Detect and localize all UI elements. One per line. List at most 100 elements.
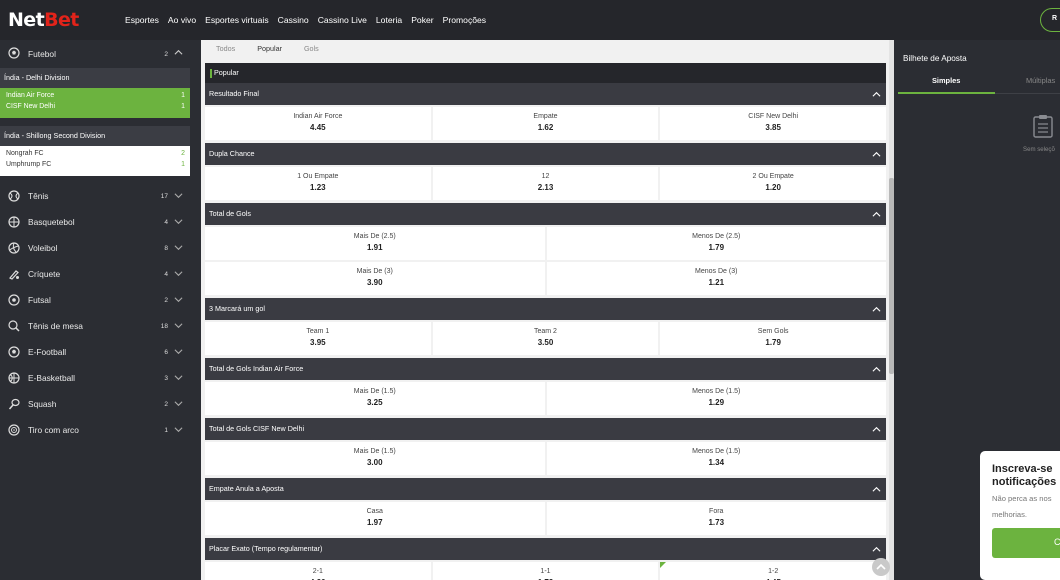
match-item-active[interactable]: Indian Air Force 1 CISF New Delhi 1 — [0, 88, 190, 118]
chevron-down-icon[interactable] — [174, 295, 183, 304]
market-header[interactable]: 3 Marcará um gol — [205, 298, 886, 320]
sidebar-item-football[interactable]: Futebol 2 — [0, 40, 190, 68]
odds-button[interactable]: Menos De (3) 1.21 — [546, 262, 886, 295]
sidebar-item-futsal[interactable]: Futsal 2 — [0, 287, 190, 313]
odds-label: Team 1 — [306, 328, 330, 335]
match-item[interactable]: Nongrah FC 2 Umphrump FC 1 — [0, 146, 190, 176]
odds-button[interactable]: Mais De (3) 3.90 — [205, 262, 545, 295]
sidebar-item-e-basketball[interactable]: E-Basketball 3 — [0, 365, 190, 391]
league-header[interactable]: Índia - Shillong Second Division — [0, 126, 190, 146]
chevron-down-icon[interactable] — [174, 321, 183, 330]
odds-button[interactable]: Casa 1.97 — [205, 502, 545, 535]
odds-button[interactable]: Mais De (2.5) 1.91 — [205, 227, 545, 260]
sidebar-item-count: 8 — [164, 244, 168, 252]
odds-button[interactable]: 2-14.90 — [205, 562, 431, 580]
market-header[interactable]: Empate Anula a Aposta — [205, 478, 886, 500]
chevron-down-icon[interactable] — [174, 243, 183, 252]
netbet-logo[interactable]: NetBet — [8, 9, 123, 31]
odds-button[interactable]: 12 2.13 — [432, 167, 659, 200]
tab-gols[interactable]: Gols — [304, 40, 319, 60]
squash-icon — [8, 398, 20, 410]
odds-button[interactable]: Menos De (2.5) 1.79 — [546, 227, 886, 260]
nav-item-cassino-live[interactable]: Cassino Live — [318, 15, 367, 25]
chevron-down-icon[interactable] — [174, 217, 183, 226]
market-odds-grid: Indian Air Force 4.45 Empate 1.62 CISF New D… — [205, 105, 886, 140]
odds-value: 1.79 — [708, 243, 725, 252]
chevron-up-icon[interactable] — [174, 48, 183, 57]
odds-value: 1.23 — [310, 183, 326, 192]
sidebar-item-t-nis-de-mesa[interactable]: Tênis de mesa 18 — [0, 313, 190, 339]
nav-item-esportes-virtuais[interactable]: Esportes virtuais — [205, 15, 269, 25]
market-header[interactable]: Dupla Chance — [205, 143, 886, 165]
nav-item-promo-es[interactable]: Promoções — [443, 15, 486, 25]
sidebar-item-tiro-com-arco[interactable]: Tiro com arco 1 — [0, 417, 190, 443]
popup-subscribe-button[interactable]: C — [992, 528, 1060, 558]
nav-item-ao-vivo[interactable]: Ao vivo — [168, 15, 196, 25]
nav-item-poker[interactable]: Poker — [411, 15, 433, 25]
odds-button[interactable]: 1-24.45 — [660, 562, 886, 580]
nav-item-cassino[interactable]: Cassino — [278, 15, 309, 25]
tab-simples[interactable]: Simples — [932, 76, 960, 85]
market-header[interactable]: Total de Gols — [205, 203, 886, 225]
clipboard-icon — [1033, 115, 1053, 138]
register-button-label: R — [1052, 15, 1058, 22]
odds-button[interactable]: CISF New Delhi 3.85 — [660, 107, 886, 140]
market-header[interactable]: Placar Exato (Tempo regulamentar) — [205, 538, 886, 560]
sidebar-item-label: Futebol — [28, 49, 56, 59]
sidebar-item-t-nis[interactable]: Tênis 17 — [0, 183, 190, 209]
odds-button[interactable]: Team 2 3.50 — [432, 322, 659, 355]
market-header[interactable]: Total de Gols Indian Air Force — [205, 358, 886, 380]
futsal-icon — [8, 294, 20, 306]
nav-item-loteria[interactable]: Loteria — [376, 15, 402, 25]
odds-change-indicator — [660, 562, 667, 568]
chevron-down-icon[interactable] — [174, 399, 183, 408]
nav-item-esportes[interactable]: Esportes — [125, 15, 159, 25]
odds-button[interactable]: 1-11.79 — [432, 562, 659, 580]
odds-value: 3.85 — [765, 123, 781, 132]
chevron-up-icon — [872, 91, 881, 97]
odds-label: Mais De (1.5) — [353, 388, 396, 395]
sidebar-item-voleibol[interactable]: Voleibol 8 — [0, 235, 190, 261]
tab-multiplas[interactable]: Múltiplas — [1026, 76, 1055, 85]
sidebar-item-count: 18 — [160, 322, 168, 330]
tab-popular[interactable]: Popular — [257, 40, 282, 64]
chevron-down-icon[interactable] — [174, 269, 183, 278]
market-header[interactable]: Resultado Final — [205, 83, 886, 105]
sidebar-item-count: 2 — [164, 50, 168, 58]
league-header[interactable]: Índia - Delhi Division — [0, 68, 190, 88]
odds-button[interactable]: Indian Air Force 4.45 — [205, 107, 431, 140]
market-title: Dupla Chance — [209, 149, 255, 158]
chevron-down-icon[interactable] — [174, 373, 183, 382]
sidebar-item-cr-quete[interactable]: Críquete 4 — [0, 261, 190, 287]
popup-text-line2: melhorias. — [992, 510, 1028, 519]
odds-button[interactable]: Menos De (1.5) 1.29 — [546, 382, 886, 415]
tab-todos[interactable]: Todos — [216, 40, 235, 60]
odds-button[interactable]: 2 Ou Empate 1.20 — [660, 167, 886, 200]
market-odds-grid: Team 1 3.95 Team 2 3.50 Sem Gols 1.79 — [205, 320, 886, 355]
market-header[interactable]: Total de Gols CISF New Delhi — [205, 418, 886, 440]
chevron-down-icon[interactable] — [174, 425, 183, 434]
odds-value: 1.79 — [433, 575, 659, 580]
odds-button[interactable]: 1 Ou Empate 1.23 — [205, 167, 431, 200]
odds-button[interactable]: Sem Gols 1.79 — [660, 322, 886, 355]
odds-button[interactable]: Fora 1.73 — [546, 502, 886, 535]
sidebar-item-e-football[interactable]: E-Football 6 — [0, 339, 190, 365]
tab-divider — [995, 93, 1060, 94]
chevron-down-icon[interactable] — [174, 347, 183, 356]
sidebar-item-basquetebol[interactable]: Basquetebol 4 — [0, 209, 190, 235]
betslip-title: Bilhete de Aposta — [903, 54, 967, 63]
odds-label: 1-2 — [768, 568, 779, 575]
popup-button-label: C — [1054, 537, 1060, 547]
sidebar-item-squash[interactable]: Squash 2 — [0, 391, 190, 417]
odds-button[interactable]: Mais De (1.5) 3.00 — [205, 442, 545, 475]
register-button[interactable]: R — [1040, 8, 1060, 32]
odds-button[interactable]: Menos De (1.5) 1.34 — [546, 442, 886, 475]
sidebar-item-label: Tênis — [28, 191, 49, 201]
scroll-top-button[interactable] — [872, 558, 890, 576]
odds-button[interactable]: Mais De (1.5) 3.25 — [205, 382, 545, 415]
odds-button[interactable]: Empate 1.62 — [432, 107, 659, 140]
odds-label: Menos De (1.5) — [692, 448, 741, 455]
sidebar-item-label: Tiro com arco — [28, 425, 79, 435]
odds-button[interactable]: Team 1 3.95 — [205, 322, 431, 355]
chevron-down-icon[interactable] — [174, 191, 183, 200]
